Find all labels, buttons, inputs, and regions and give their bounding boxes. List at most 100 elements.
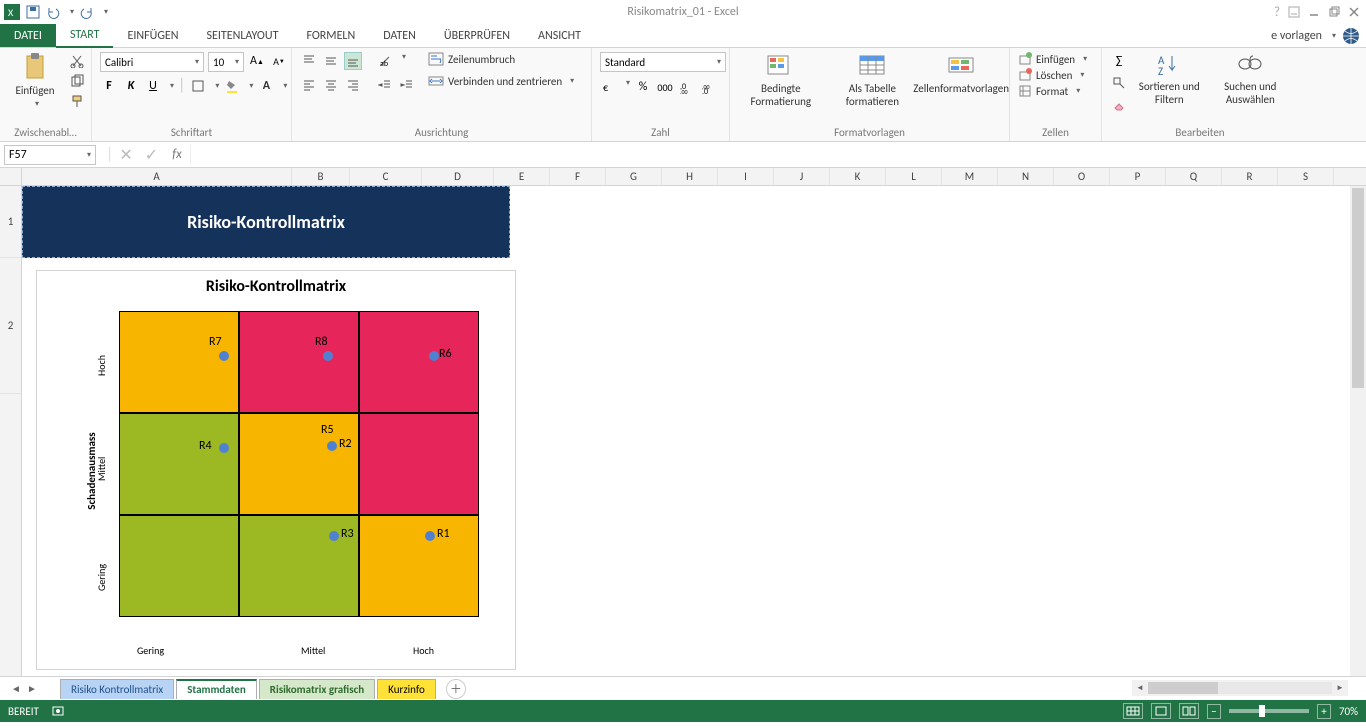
- zoom-out-button[interactable]: −: [1207, 704, 1221, 719]
- chevron-down-icon[interactable]: ▾: [398, 52, 406, 70]
- zoom-in-button[interactable]: +: [1317, 704, 1331, 719]
- cell-grid[interactable]: Risiko-Kontrollmatrix Risiko-Kontrollmat…: [22, 186, 1366, 676]
- zoom-slider-thumb[interactable]: [1259, 705, 1265, 717]
- col-header[interactable]: N: [998, 168, 1054, 185]
- col-header[interactable]: Q: [1166, 168, 1222, 185]
- find-select-button[interactable]: Suchen und Auswählen: [1211, 52, 1290, 106]
- chevron-down-icon[interactable]: ▾: [245, 81, 253, 91]
- enter-formula-icon[interactable]: ✓: [139, 145, 164, 165]
- tab-nav-prev-icon[interactable]: ◄: [8, 681, 24, 697]
- sheet-tab[interactable]: Risikomatrix grafisch: [259, 679, 375, 699]
- chevron-down-icon[interactable]: ▾: [166, 81, 174, 91]
- col-header[interactable]: E: [494, 168, 550, 185]
- help-icon[interactable]: ?: [1274, 5, 1280, 20]
- percent-icon[interactable]: %: [634, 78, 652, 96]
- conditional-formatting-button[interactable]: Bedingte Formatierung: [738, 52, 824, 108]
- select-all-corner[interactable]: [0, 168, 22, 185]
- undo-icon[interactable]: [46, 5, 60, 19]
- copy-icon[interactable]: [68, 72, 86, 90]
- bold-button[interactable]: F: [100, 77, 118, 95]
- insert-cells-button[interactable]: Einfügen▾: [1018, 52, 1087, 66]
- decrease-indent-icon[interactable]: [376, 76, 394, 94]
- name-box[interactable]: F57▾: [4, 145, 96, 165]
- new-sheet-button[interactable]: ＋: [446, 679, 466, 699]
- col-header[interactable]: F: [550, 168, 606, 185]
- tab-view[interactable]: ANSICHT: [524, 24, 595, 47]
- scrollbar-track[interactable]: [1148, 682, 1332, 694]
- col-header[interactable]: R: [1222, 168, 1278, 185]
- tab-start[interactable]: START: [56, 24, 114, 48]
- tab-insert[interactable]: EINFÜGEN: [113, 24, 192, 47]
- format-cells-button[interactable]: Format▾: [1018, 84, 1087, 98]
- ribbon-display-options-icon[interactable]: [1288, 5, 1300, 20]
- delete-cells-button[interactable]: Löschen▾: [1018, 68, 1087, 82]
- underline-button[interactable]: U: [144, 77, 162, 95]
- zoom-slider[interactable]: [1229, 709, 1309, 713]
- sort-filter-button[interactable]: AZSortieren und Filtern: [1134, 52, 1205, 106]
- account-dropdown-icon[interactable]: ▾: [1328, 31, 1336, 41]
- align-bottom-icon[interactable]: [344, 52, 362, 70]
- col-header[interactable]: G: [606, 168, 662, 185]
- align-left-icon[interactable]: [300, 76, 318, 94]
- col-header[interactable]: B: [292, 168, 350, 185]
- cut-icon[interactable]: [68, 52, 86, 70]
- save-icon[interactable]: [26, 5, 40, 19]
- row-header[interactable]: 2: [0, 258, 21, 394]
- col-header[interactable]: P: [1110, 168, 1166, 185]
- scroll-right-icon[interactable]: ►: [1332, 680, 1348, 696]
- tab-formulas[interactable]: FORMELN: [292, 24, 369, 47]
- cell-styles-button[interactable]: Zellenformatvorlagen: [921, 52, 1001, 95]
- decrease-decimal-icon[interactable]: ,00,0: [700, 78, 718, 96]
- sheet-tab[interactable]: Risiko Kontrollmatrix: [60, 679, 174, 699]
- col-header[interactable]: S: [1278, 168, 1334, 185]
- risk-matrix-chart[interactable]: Risiko-Kontrollmatrix Schadenausmass Hoc…: [36, 270, 516, 670]
- increase-indent-icon[interactable]: [398, 76, 416, 94]
- format-as-table-button[interactable]: Als Tabelle formatieren: [830, 52, 916, 108]
- scrollbar-thumb[interactable]: [1352, 188, 1364, 388]
- view-pagelayout-icon[interactable]: [1151, 703, 1171, 719]
- minimize-icon[interactable]: [1308, 5, 1320, 20]
- tab-data[interactable]: DATEN: [369, 24, 430, 47]
- align-center-icon[interactable]: [322, 76, 340, 94]
- tab-pagelayout[interactable]: SEITENLAYOUT: [193, 24, 293, 47]
- italic-button[interactable]: K: [122, 77, 140, 95]
- col-header[interactable]: O: [1054, 168, 1110, 185]
- currency-icon[interactable]: €: [600, 78, 618, 96]
- merge-center-button[interactable]: Verbinden und zentrieren▾: [428, 74, 574, 88]
- font-color-icon[interactable]: A: [257, 77, 275, 95]
- paste-button[interactable]: Einfügen ▾: [8, 52, 62, 109]
- formula-input[interactable]: [190, 145, 1366, 165]
- chevron-down-icon[interactable]: ▾: [211, 81, 219, 91]
- align-top-icon[interactable]: [300, 52, 318, 70]
- decrease-font-icon[interactable]: A▼: [270, 52, 288, 70]
- col-header[interactable]: K: [830, 168, 886, 185]
- col-header[interactable]: L: [886, 168, 942, 185]
- wrap-text-button[interactable]: Zeilenumbruch: [428, 52, 574, 66]
- scroll-left-icon[interactable]: ◄: [1132, 680, 1148, 696]
- scrollbar-thumb[interactable]: [1148, 682, 1218, 694]
- col-header[interactable]: H: [662, 168, 718, 185]
- view-pagebreak-icon[interactable]: [1179, 703, 1199, 719]
- font-size-combo[interactable]: 10▾: [208, 52, 244, 72]
- col-header[interactable]: I: [718, 168, 774, 185]
- increase-decimal-icon[interactable]: ,0,00: [678, 78, 696, 96]
- view-normal-icon[interactable]: [1123, 703, 1143, 719]
- clear-icon[interactable]: [1110, 96, 1128, 114]
- row-header[interactable]: 1: [0, 186, 21, 258]
- border-icon[interactable]: [189, 77, 207, 95]
- file-tab[interactable]: DATEI: [0, 24, 56, 47]
- globe-icon[interactable]: [1342, 27, 1360, 45]
- fill-icon[interactable]: [1110, 74, 1128, 92]
- vertical-scrollbar[interactable]: [1350, 186, 1366, 676]
- chevron-down-icon[interactable]: ▾: [622, 78, 630, 96]
- close-icon[interactable]: [1348, 5, 1360, 20]
- fx-icon[interactable]: fx: [164, 147, 190, 162]
- format-painter-icon[interactable]: [68, 92, 86, 110]
- undo-dropdown-icon[interactable]: ▾: [66, 7, 74, 17]
- account-name[interactable]: e vorlagen: [1271, 29, 1322, 43]
- chevron-down-icon[interactable]: ▾: [279, 81, 287, 91]
- align-right-icon[interactable]: [344, 76, 362, 94]
- sheet-tab[interactable]: Stammdaten: [176, 679, 257, 699]
- number-format-combo[interactable]: Standard▾: [600, 52, 726, 72]
- col-header[interactable]: C: [350, 168, 422, 185]
